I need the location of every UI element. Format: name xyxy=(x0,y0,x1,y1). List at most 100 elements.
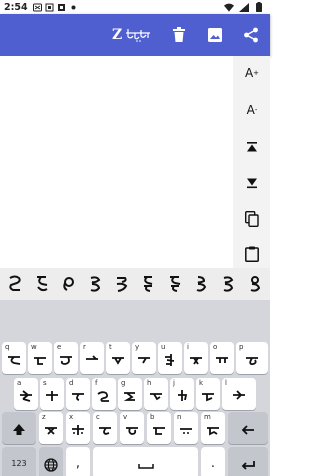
key-hint: s xyxy=(43,379,47,387)
key-k[interactable]: k xyxy=(196,378,220,410)
keyboard: q w e r t y u i o p a s d f g h j k l z … xyxy=(0,300,270,476)
key-p[interactable]: p xyxy=(236,342,268,374)
status-bar: 2:54 xyxy=(0,0,270,14)
key-a[interactable]: a xyxy=(14,378,38,410)
space-key[interactable] xyxy=(93,447,198,476)
key-glyph xyxy=(246,356,258,365)
comma-key[interactable]: , xyxy=(66,447,90,476)
key-z[interactable]: z xyxy=(39,412,63,444)
key-d[interactable]: d xyxy=(66,378,90,410)
key-s[interactable]: s xyxy=(40,378,64,410)
image-icon[interactable] xyxy=(205,25,225,45)
key-glyph xyxy=(180,427,192,434)
key-m[interactable]: m xyxy=(201,412,225,444)
key-u[interactable]: u xyxy=(158,342,182,374)
suggestion-item[interactable] xyxy=(244,272,266,296)
key-glyph xyxy=(99,426,111,435)
key-glyph xyxy=(20,389,32,402)
key-glyph xyxy=(216,356,228,363)
language-key[interactable] xyxy=(39,447,63,476)
sim-icon xyxy=(45,2,55,12)
font-decrease-label: A xyxy=(246,103,255,117)
key-glyph xyxy=(190,356,202,365)
key-glyph xyxy=(8,355,21,365)
font-increase-mark: + xyxy=(253,69,260,77)
key-hint: n xyxy=(177,413,182,421)
font-decrease-button[interactable]: A- xyxy=(241,99,263,121)
key-o[interactable]: o xyxy=(210,342,234,374)
logo-script-icon xyxy=(126,29,151,42)
key-b[interactable]: b xyxy=(147,412,171,444)
share-icon[interactable] xyxy=(241,25,261,45)
key-glyph xyxy=(97,390,109,402)
key-glyph xyxy=(72,392,84,401)
key-v[interactable]: v xyxy=(120,412,144,444)
key-glyph xyxy=(126,426,138,435)
key-hint: z xyxy=(42,413,46,421)
move-to-bottom-icon[interactable] xyxy=(241,172,263,194)
shift-key[interactable] xyxy=(2,412,36,444)
side-panel: A + A- xyxy=(233,56,270,268)
numbers-key[interactable]: 123 xyxy=(2,447,36,476)
suggestion-item[interactable] xyxy=(111,272,133,296)
suggestion-item[interactable] xyxy=(217,272,239,296)
key-hint: m xyxy=(204,413,211,421)
key-hint: o xyxy=(213,343,218,351)
trash-icon[interactable] xyxy=(169,25,189,45)
copy-icon[interactable] xyxy=(241,208,263,230)
keyboard-row-2: a s d f g h j k l xyxy=(0,378,270,410)
suggestion-item[interactable] xyxy=(164,272,186,296)
key-t[interactable]: t xyxy=(106,342,130,374)
key-glyph xyxy=(202,392,214,401)
backspace-key[interactable] xyxy=(228,412,268,444)
key-hint: d xyxy=(69,379,74,387)
suggestion-item[interactable] xyxy=(4,272,26,296)
key-glyph xyxy=(150,392,162,400)
key-glyph xyxy=(123,391,135,401)
shift-icon xyxy=(13,423,25,435)
app-bar: Z xyxy=(0,14,270,56)
signal-icon xyxy=(239,2,249,12)
key-c[interactable]: c xyxy=(93,412,117,444)
key-glyph xyxy=(34,356,46,365)
period-key[interactable]: . xyxy=(201,447,225,476)
key-x[interactable]: x xyxy=(66,412,90,444)
key-glyph xyxy=(207,426,219,436)
enter-key[interactable] xyxy=(228,447,268,476)
comma-label: , xyxy=(75,455,81,471)
key-i[interactable]: i xyxy=(184,342,208,374)
key-y[interactable]: y xyxy=(132,342,156,374)
key-glyph xyxy=(45,426,57,435)
key-h[interactable]: h xyxy=(144,378,168,410)
notification-icon xyxy=(57,2,67,12)
suggestion-item[interactable] xyxy=(137,272,159,296)
enter-icon xyxy=(241,460,255,470)
suggestion-item[interactable] xyxy=(84,272,106,296)
key-glyph xyxy=(165,353,175,366)
text-editor[interactable] xyxy=(0,56,233,268)
key-j[interactable]: j xyxy=(170,378,194,410)
move-to-top-icon[interactable] xyxy=(241,136,263,158)
key-g[interactable]: g xyxy=(118,378,142,410)
key-n[interactable]: n xyxy=(174,412,198,444)
paste-icon[interactable] xyxy=(241,243,263,265)
key-q[interactable]: q xyxy=(2,342,26,374)
key-w[interactable]: w xyxy=(28,342,52,374)
font-increase-button[interactable]: A + xyxy=(241,62,263,84)
suggestion-item[interactable] xyxy=(31,272,53,296)
key-hint: j xyxy=(173,379,175,387)
key-r[interactable]: r xyxy=(80,342,104,374)
suggestion-item[interactable] xyxy=(57,272,79,296)
numbers-label: 123 xyxy=(11,458,27,468)
keyboard-row-1: q w e r t y u i o p xyxy=(0,342,270,374)
key-glyph xyxy=(138,356,150,364)
key-hint: e xyxy=(57,343,62,351)
key-l[interactable]: l xyxy=(222,378,256,410)
key-f[interactable]: f xyxy=(92,378,116,410)
key-glyph xyxy=(178,389,188,401)
key-hint: y xyxy=(135,343,140,351)
key-e[interactable]: e xyxy=(54,342,78,374)
key-hint: i xyxy=(187,343,189,351)
key-hint: h xyxy=(147,379,152,387)
suggestion-item[interactable] xyxy=(190,272,212,296)
